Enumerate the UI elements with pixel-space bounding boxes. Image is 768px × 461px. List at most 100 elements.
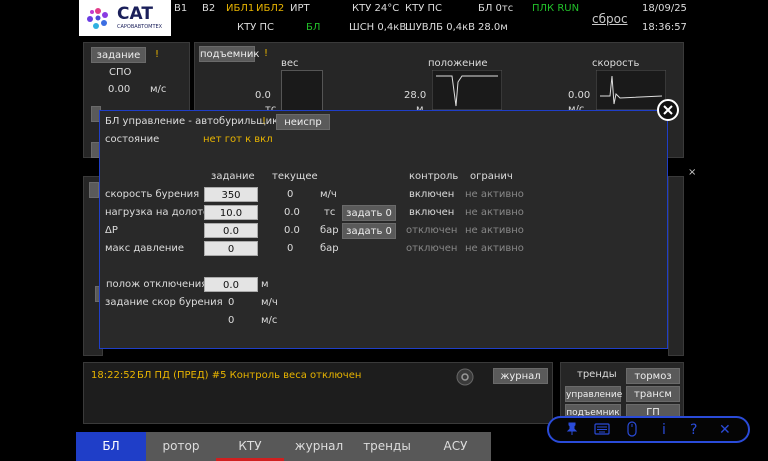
header-date: 18/09/25 — [642, 3, 687, 14]
dp-input[interactable]: 0.0 — [204, 223, 258, 238]
bit-load-current: 0.0 — [284, 207, 300, 218]
dp-unit: бар — [320, 225, 339, 236]
bit-load-unit: тс — [324, 207, 336, 218]
dp-control: отключен — [406, 225, 458, 236]
col-current-header: текущее — [272, 171, 318, 182]
help-icon[interactable]: ? — [690, 422, 697, 438]
bit-load-control: включен — [409, 207, 455, 218]
mid-left-button[interactable] — [89, 182, 99, 198]
bit-load-zero-button[interactable]: задать 0 — [342, 205, 396, 221]
position-value: 28.0 — [404, 90, 427, 101]
bit-load-input[interactable]: 10.0 — [204, 205, 258, 220]
transm-button[interactable]: трансм — [626, 386, 680, 402]
status-irt: ИРТ — [290, 3, 310, 14]
col-task-header: задание — [211, 171, 255, 182]
status-ktu-ps1: КТУ ПС — [405, 3, 442, 14]
header-time: 18:36:57 — [642, 22, 687, 33]
rate-value-ms: 0 — [228, 315, 235, 326]
pin-icon[interactable] — [566, 422, 578, 436]
status-b2: В2 — [202, 3, 216, 14]
log-time: 18:22:52 — [91, 370, 136, 381]
row-max-pressure-label: макс давление — [105, 243, 185, 254]
speed-mini-chart — [596, 70, 666, 110]
speed-value: 0.00 — [568, 90, 591, 101]
status-ktu-ps2: КТУ ПС — [237, 22, 274, 33]
state-value: нет гот к вкл — [203, 134, 273, 145]
cutoff-unit: м — [261, 279, 269, 290]
row-drill-speed-label: скорость бурения — [105, 189, 200, 200]
tab-trends[interactable]: тренды — [354, 432, 420, 461]
reset-link[interactable]: сброс — [592, 12, 628, 26]
brake-button[interactable]: тормоз — [626, 368, 680, 384]
mouse-icon[interactable] — [627, 421, 637, 437]
journal-button[interactable]: журнал — [493, 368, 548, 384]
dialog-title: БЛ управление - автобурильщик — [105, 116, 279, 127]
logo-subtitle: САРОВАВТОМТЕХ — [117, 24, 163, 30]
drill-speed-current: 0 — [287, 189, 294, 200]
trends-link[interactable]: тренды — [577, 369, 617, 381]
dp-zero-button[interactable]: задать 0 — [342, 223, 396, 239]
cutoff-input[interactable]: 0.0 — [204, 277, 258, 292]
weight-value: 0.0 — [255, 90, 271, 101]
max-pressure-control: отключен — [406, 243, 458, 254]
log-message: БЛ ПД (ПРЕД) #5 Контроль веса отключен — [137, 370, 362, 381]
position-mini-chart — [432, 70, 502, 110]
bit-load-limit: не активно — [465, 207, 524, 218]
rate-unit-ms: м/с — [261, 315, 278, 326]
spo-value: 0.00 — [108, 84, 131, 95]
row-bit-load-label: нагрузка на долото — [105, 207, 210, 218]
max-pressure-unit: бар — [320, 243, 339, 254]
status-b1: В1 — [174, 3, 188, 14]
status-bl: БЛ — [306, 22, 321, 33]
dp-current: 0.0 — [284, 225, 300, 236]
status-plc-run: ПЛК RUN — [532, 3, 580, 14]
status-ktu-temp: КТУ 24°C — [352, 3, 400, 14]
tab-journal[interactable]: журнал — [284, 432, 354, 461]
max-pressure-input[interactable]: 0 — [204, 241, 258, 256]
dialog-close-icon[interactable] — [657, 99, 679, 121]
rate-value-mh: 0 — [228, 297, 235, 308]
col-limit-header: огранич — [470, 171, 513, 182]
status-ibl2: ИБЛ2 — [256, 3, 285, 14]
rate-label: задание скор бурения — [105, 297, 223, 308]
control-button[interactable]: управление — [565, 386, 622, 402]
task-warning: ! — [155, 49, 160, 60]
col-control-header: контроль — [409, 171, 459, 182]
position-label: положение — [428, 58, 488, 69]
status-shuvlb: ШУВЛБ 0,4кВ — [405, 22, 476, 33]
drill-speed-unit: м/ч — [320, 189, 337, 200]
logo-icon — [87, 8, 108, 29]
tab-bl[interactable]: БЛ — [76, 432, 146, 461]
lift-warning: ! — [264, 48, 269, 59]
fault-button[interactable]: неиспр — [276, 114, 330, 130]
drill-speed-input[interactable]: 350 — [204, 187, 258, 202]
logo-title: CAT — [117, 4, 153, 24]
keyboard-icon[interactable] — [594, 423, 610, 435]
drill-speed-control: включен — [409, 189, 455, 200]
cutoff-label: полож отключения — [106, 279, 208, 290]
status-shsn: ШСН 0,4кВ — [349, 22, 407, 33]
status-ibl1: ИБЛ1 — [226, 3, 255, 14]
row-dp-label: ΔP — [105, 225, 118, 236]
lift-button[interactable]: подъемник — [199, 46, 259, 62]
tab-ktu[interactable]: КТУ — [216, 432, 284, 461]
spo-unit: м/с — [150, 84, 167, 95]
weight-mini-chart — [281, 70, 323, 112]
settings-icon[interactable] — [456, 368, 474, 386]
close-toolbar-icon[interactable]: ✕ — [719, 422, 731, 438]
state-label: состояние — [105, 134, 160, 145]
spo-label: СПО — [109, 67, 132, 78]
dp-limit: не активно — [465, 225, 524, 236]
dialog-warning: ! — [262, 116, 267, 127]
speed-label: скорость — [592, 58, 640, 69]
task-button[interactable]: задание — [91, 47, 146, 63]
info-icon[interactable]: i — [662, 422, 666, 438]
mid-right-close-icon[interactable]: × — [688, 167, 696, 179]
logo: CAT САРОВАВТОМТЕХ — [79, 0, 171, 36]
status-bl-weight: БЛ 0тс — [478, 3, 514, 14]
drill-speed-limit: не активно — [465, 189, 524, 200]
tab-asu[interactable]: АСУ — [420, 432, 491, 461]
max-pressure-limit: не активно — [465, 243, 524, 254]
tab-rotor[interactable]: ротор — [146, 432, 216, 461]
rate-unit-mh: м/ч — [261, 297, 278, 308]
